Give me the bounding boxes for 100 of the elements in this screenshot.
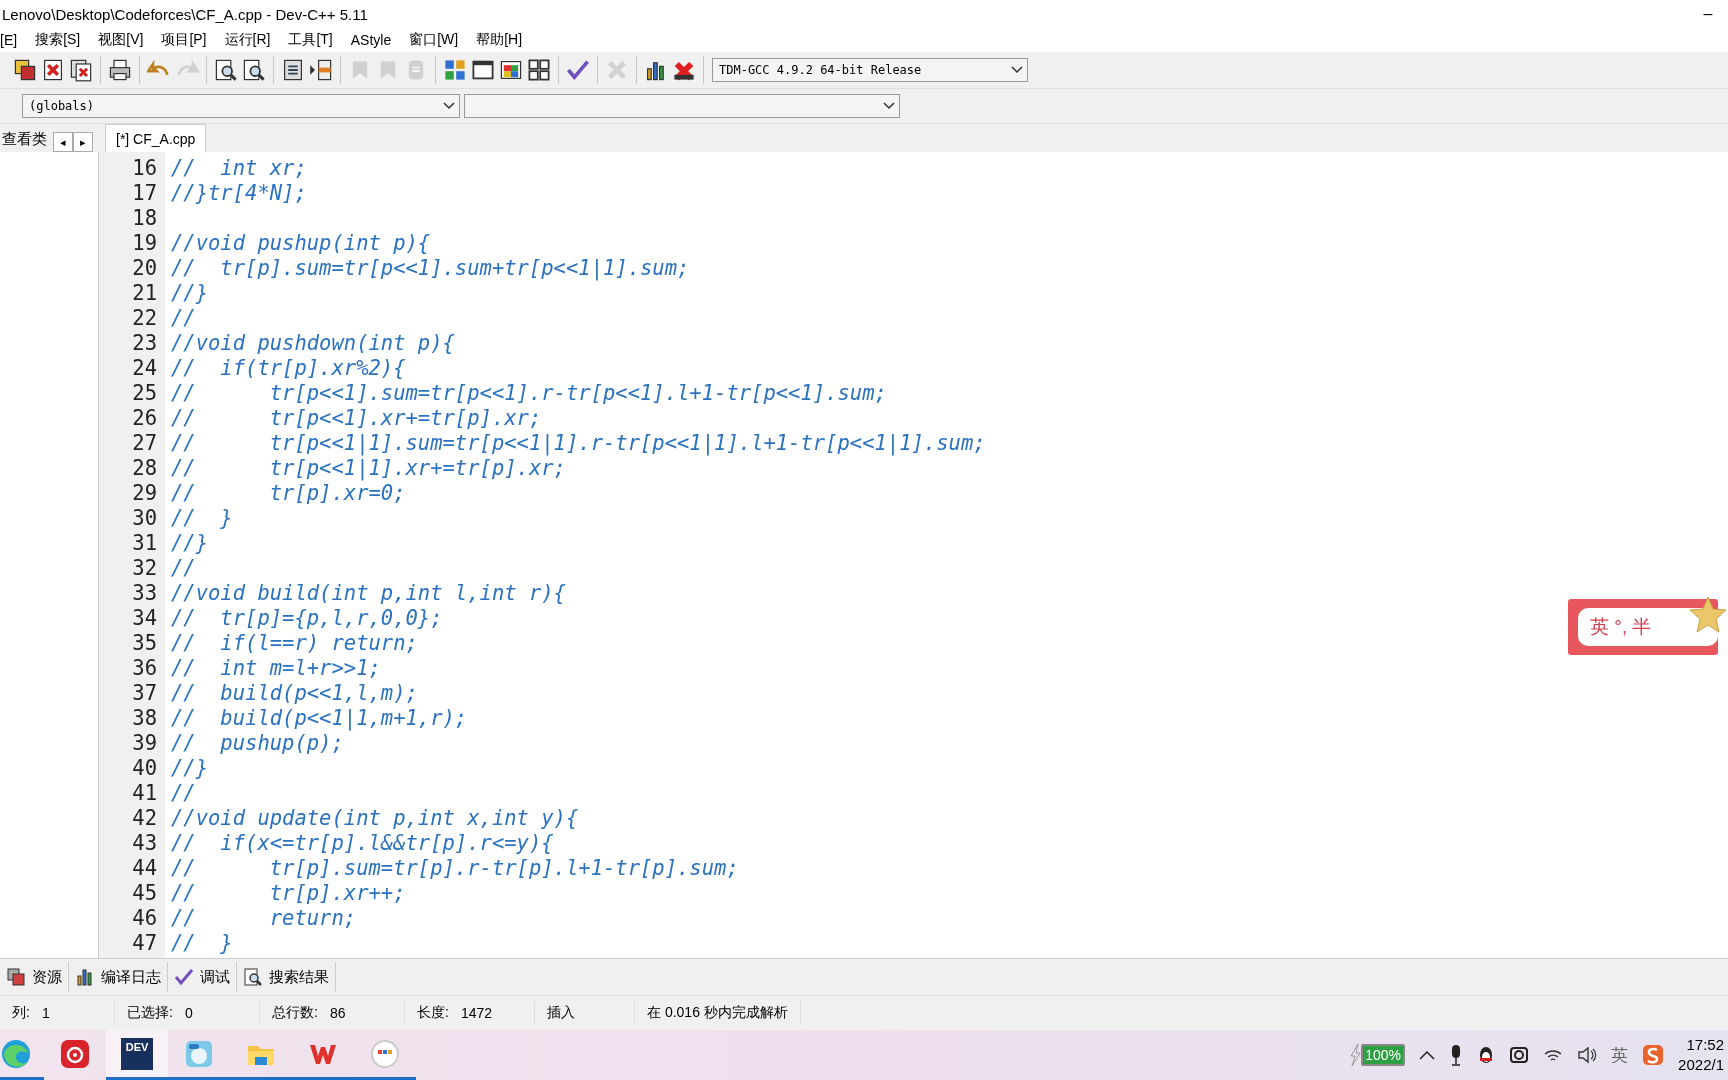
- code-line: //}: [171, 756, 209, 780]
- grid-icon[interactable]: [527, 58, 551, 82]
- chevron-up-icon[interactable]: [1419, 1049, 1435, 1061]
- code-line: // tr[p]={p,l,r,0,0};: [171, 606, 443, 630]
- round-badge-icon[interactable]: [369, 1037, 401, 1070]
- code-line: // if(l==r) return;: [171, 631, 418, 655]
- line-number: 36: [132, 656, 157, 680]
- code-line: // tr[p].xr++;: [171, 881, 406, 905]
- output-tab[interactable]: 资源: [0, 962, 69, 992]
- code-line: // tr[p].xr=0;: [171, 481, 406, 505]
- line-number: 30: [132, 506, 157, 530]
- line-number: 26: [132, 406, 157, 430]
- code-line: // if(tr[p].xr%2){: [171, 356, 406, 380]
- code-line: //: [171, 556, 196, 580]
- status-value: 在 0.016 秒内完成解析: [647, 1004, 788, 1022]
- caret-icon: [1011, 66, 1023, 74]
- function-dropdown[interactable]: [464, 94, 900, 118]
- line-number: 37: [132, 681, 157, 705]
- indent-icon[interactable]: [309, 58, 333, 82]
- line-number: 39: [132, 731, 157, 755]
- code-line: // tr[p<<1].sum=tr[p<<1].r-tr[p<<1].l+1-tr[p<<1].sum;: [171, 381, 887, 405]
- ide-app-icon[interactable]: DEV: [121, 1037, 153, 1070]
- microphone-icon[interactable]: [1449, 1044, 1463, 1066]
- code-line: //void build(int p,int l,int r){: [171, 581, 566, 605]
- stacked-windows-icon: [6, 967, 26, 987]
- line-number: 43: [132, 831, 157, 855]
- caret-icon: [883, 102, 895, 110]
- window-icon[interactable]: [471, 58, 495, 82]
- magnifier-icon: [243, 967, 263, 987]
- window-title: Lenovo\Desktop\Codeforces\CF_A.cpp - Dev-C++ 5.11: [2, 5, 368, 23]
- line-number: 16: [132, 156, 157, 180]
- menu-item[interactable]: 视图[V]: [89, 31, 153, 49]
- line-number: 47: [132, 931, 157, 955]
- code-line: // return;: [171, 906, 357, 930]
- penguin-icon[interactable]: [1477, 1045, 1495, 1065]
- minimize-button[interactable]: –: [1688, 5, 1728, 23]
- status-value: 插入: [547, 1004, 575, 1022]
- status-value: 1: [41, 1005, 50, 1021]
- output-tab[interactable]: 搜索结果: [237, 962, 336, 992]
- line-number: 32: [132, 556, 157, 580]
- menu-item[interactable]: 运行[R]: [215, 31, 280, 49]
- code-line: // tr[p<<1].xr+=tr[p].xr;: [171, 406, 542, 430]
- color-grid-icon[interactable]: [499, 58, 523, 82]
- music-app-icon[interactable]: [59, 1037, 91, 1070]
- menu-item[interactable]: 帮助[H]: [467, 31, 532, 49]
- scope-dropdown[interactable]: (globals): [22, 94, 460, 118]
- menu-item[interactable]: AStyle: [341, 32, 401, 48]
- line-number: 33: [132, 581, 157, 605]
- input-method-icon[interactable]: [1642, 1044, 1664, 1066]
- clock-time[interactable]: 17:52: [1686, 1035, 1724, 1055]
- close-files-icon[interactable]: [69, 58, 93, 82]
- line-number: 42: [132, 806, 157, 830]
- bar-chart-icon: [75, 967, 95, 987]
- next-tab-button[interactable]: ▸: [73, 132, 93, 152]
- file-tab[interactable]: [*] CF_A.cpp: [105, 124, 207, 152]
- line-number: 34: [132, 606, 157, 630]
- magnifier-icon[interactable]: [242, 58, 266, 82]
- code-line: // build(p<<1|1,m+1,r);: [171, 706, 468, 730]
- line-number: 17: [132, 181, 157, 205]
- checkmark-icon[interactable]: [566, 58, 590, 82]
- menu-item[interactable]: 工具[T]: [279, 31, 342, 49]
- tiles-icon[interactable]: [443, 58, 467, 82]
- ime-status: 英 °, 半: [1578, 608, 1718, 646]
- clock-date[interactable]: 2022/1: [1678, 1055, 1724, 1075]
- status-label: 长度:: [417, 1004, 449, 1022]
- panel-tab[interactable]: 查看类: [0, 126, 53, 152]
- line-number: 45: [132, 881, 157, 905]
- status-label: 已选择:: [127, 1004, 173, 1022]
- menu-item[interactable]: 搜索[S]: [26, 31, 90, 49]
- line-number: 35: [132, 631, 157, 655]
- status-value: 86: [329, 1005, 346, 1021]
- speaker-icon[interactable]: [1577, 1046, 1597, 1064]
- line-number: 46: [132, 906, 157, 930]
- magnifier-icon[interactable]: [214, 58, 238, 82]
- input-method-indicator[interactable]: 英: [1611, 1043, 1628, 1067]
- printer-icon[interactable]: [108, 58, 132, 82]
- charging-icon: [1349, 1043, 1362, 1067]
- line-number: 27: [132, 431, 157, 455]
- close-file-icon[interactable]: [41, 58, 65, 82]
- line-number: 18: [132, 206, 157, 230]
- line-number: 19: [132, 231, 157, 255]
- output-tab[interactable]: 调试: [168, 962, 237, 992]
- line-number: 29: [132, 481, 157, 505]
- code-line: // if(x<=tr[p].l&&tr[p].r<=y){: [171, 831, 554, 855]
- line-number: 40: [132, 756, 157, 780]
- menu-item[interactable]: [E]: [0, 32, 27, 48]
- code-line: // build(p<<1,l,m);: [171, 681, 418, 705]
- stacked-windows-icon[interactable]: [13, 58, 37, 82]
- code-line: // int m=l+r>>1;: [171, 656, 381, 680]
- list-icon[interactable]: [281, 58, 305, 82]
- previous-tab-button[interactable]: ◂: [53, 132, 73, 152]
- camera-icon[interactable]: [1509, 1045, 1529, 1065]
- code-line: //void pushup(int p){: [171, 231, 431, 255]
- line-number: 25: [132, 381, 157, 405]
- output-tab[interactable]: 编译日志: [69, 962, 168, 992]
- code-line: // tr[p<<1|1].xr+=tr[p].xr;: [171, 456, 566, 480]
- menu-item[interactable]: 窗口[W]: [400, 31, 468, 49]
- compiler-dropdown[interactable]: TDM-GCC 4.9.2 64-bit Release: [712, 58, 1028, 82]
- menu-item[interactable]: 项目[P]: [152, 31, 216, 49]
- code-line: //}: [171, 531, 209, 555]
